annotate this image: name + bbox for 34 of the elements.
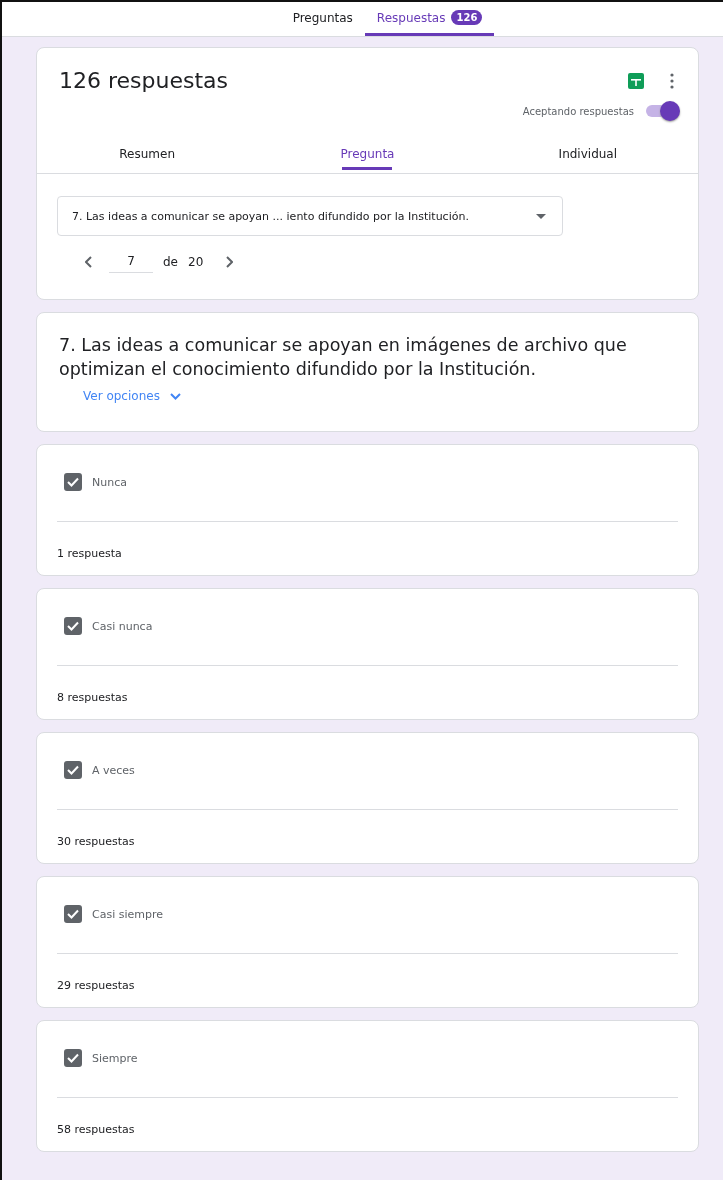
nav-tab[interactable]: Preguntas [280,2,365,36]
previous-icon[interactable] [85,255,93,268]
dropdown-icon [536,213,546,219]
checkbox[interactable] [64,1049,82,1067]
chevron-down-icon [169,392,181,400]
nav-tab[interactable]: Respuestas 126 [364,2,495,36]
response-count: 58 respuestas [57,1123,135,1136]
view-options-link[interactable]: Ver opciones [59,381,205,403]
question-dropdown[interactable]: 7. Las ideas a comunicar se apoyan ... iento difundido por la Institución. [57,196,563,236]
option-label: Casi siempre [92,907,163,921]
option-label: Siempre [92,1051,138,1065]
checkbox[interactable] [64,617,82,635]
accepting-label: Aceptando respuestas [522,105,634,117]
view-tab[interactable]: Resumen [37,135,258,173]
count-badge: 126 [451,10,483,25]
next-icon[interactable] [225,255,234,268]
response-count: 8 respuestas [57,691,128,704]
checkbox[interactable] [64,473,82,491]
response-count: 1 respuesta [57,547,122,560]
checkbox[interactable] [64,905,82,923]
spreadsheet-icon[interactable] [628,72,644,89]
of-label: de [163,254,178,269]
more-icon[interactable] [670,72,674,89]
page-field[interactable]: 7 [109,250,153,273]
view-tab[interactable]: Individual [477,135,698,173]
total-pages: 20 [188,254,204,269]
option-label: Casi nunca [92,619,153,633]
response-count: 29 respuestas [57,979,135,992]
checkbox[interactable] [64,761,82,779]
option-label: A veces [92,763,135,777]
responses-title: 126 respuestas [59,68,230,93]
option-label: Nunca [92,475,127,489]
response-count: 30 respuestas [57,835,135,848]
question-text: 7. Las ideas a comunicar se apoyan en imágenes de archivo que optimizan el conocimiento difundido por la Institución. [59,334,628,381]
